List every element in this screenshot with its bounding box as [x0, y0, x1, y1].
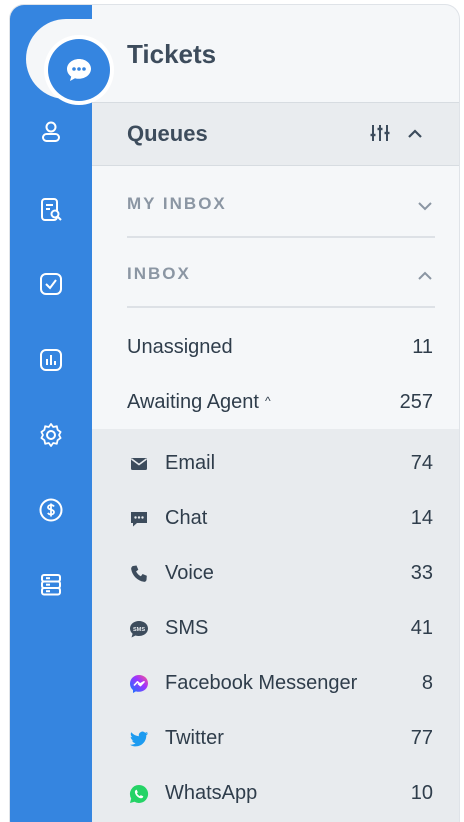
- sidebar-item-settings[interactable]: [35, 419, 67, 451]
- whatsapp-icon: [127, 782, 151, 806]
- channel-count: 14: [410, 507, 433, 529]
- chat-icon: [127, 507, 151, 531]
- channel-label: Facebook Messenger: [165, 672, 358, 694]
- channel-count: 33: [410, 562, 433, 584]
- sidebar-item-reports[interactable]: [35, 344, 67, 376]
- phone-icon: [127, 562, 151, 586]
- twitter-icon: [127, 727, 151, 751]
- channel-count: 8: [421, 672, 433, 694]
- channel-label: Email: [165, 452, 216, 474]
- sidebar-item-tasks[interactable]: [35, 268, 67, 300]
- channel-count: 77: [410, 727, 433, 749]
- svg-text:SMS: SMS: [133, 627, 145, 633]
- queue-row-awaiting-agent[interactable]: Awaiting Agent ^ 257: [127, 383, 433, 423]
- database-icon: [41, 574, 61, 596]
- caret-up-icon: ^: [264, 394, 271, 408]
- sidebar-item-billing[interactable]: [35, 494, 67, 526]
- queue-row-label: Unassigned: [127, 336, 233, 358]
- section-label: MY INBOX: [127, 194, 227, 213]
- channel-label: SMS: [165, 617, 209, 639]
- queues-label: Queues: [127, 121, 208, 146]
- app-frame: Tickets Queues MY INBOX INBOX Unassigned…: [10, 5, 459, 822]
- queue-row-label: Awaiting Agent ^: [127, 391, 271, 414]
- sidebar-item-contacts[interactable]: [35, 116, 67, 148]
- queue-row-count: 11: [412, 336, 433, 358]
- sidebar-item-knowledge[interactable]: [35, 194, 67, 226]
- queue-row-label-text: Awaiting Agent: [127, 391, 259, 413]
- section-label: INBOX: [127, 264, 191, 283]
- messenger-icon: [127, 672, 151, 696]
- billing-dollar-icon: [39, 498, 63, 522]
- page-title: Tickets: [127, 39, 217, 69]
- channel-count: 10: [410, 782, 433, 804]
- queue-row-unassigned[interactable]: Unassigned 11: [127, 328, 433, 368]
- channel-row-whatsapp[interactable]: WhatsApp 10: [127, 774, 433, 814]
- channel-label: Chat: [165, 507, 208, 529]
- queues-header[interactable]: Queues: [92, 102, 459, 166]
- chat-bubble-icon: [67, 59, 91, 81]
- knowledge-search-icon: [41, 198, 62, 221]
- chevron-down-icon: [418, 202, 432, 211]
- channel-row-voice[interactable]: Voice 33: [127, 554, 433, 594]
- channel-row-sms[interactable]: SMS SMS 41: [127, 609, 433, 649]
- channel-row-twitter[interactable]: Twitter 77: [127, 719, 433, 759]
- channel-label: Twitter: [165, 727, 224, 749]
- reports-bar-chart-icon: [40, 349, 62, 371]
- chevron-up-icon: [418, 271, 432, 280]
- settings-gear-icon: [40, 423, 62, 447]
- section-my-inbox[interactable]: MY INBOX: [127, 168, 435, 238]
- contacts-icon: [42, 121, 60, 142]
- queue-row-count: 257: [399, 391, 433, 413]
- filter-sliders-icon[interactable]: [368, 121, 392, 145]
- tasks-check-icon: [40, 273, 62, 295]
- email-icon: [127, 452, 151, 476]
- chevron-up-icon[interactable]: [404, 123, 426, 145]
- channel-row-chat[interactable]: Chat 14: [127, 499, 433, 539]
- section-inbox[interactable]: INBOX: [127, 238, 435, 308]
- channel-row-email[interactable]: Email 74: [127, 444, 433, 484]
- sidebar-item-database[interactable]: [35, 569, 67, 601]
- channel-row-facebook-messenger[interactable]: Facebook Messenger 8: [127, 664, 433, 704]
- channel-count: 41: [410, 617, 433, 639]
- tickets-panel: Tickets Queues MY INBOX INBOX Unassigned…: [92, 5, 459, 822]
- channel-count: 74: [410, 452, 433, 474]
- channel-list: Email 74 Chat 14 Voice 33 SMS SMS 41 Fac…: [92, 429, 459, 822]
- sms-icon: SMS: [127, 617, 151, 641]
- channel-label: Voice: [165, 562, 214, 584]
- channel-label: WhatsApp: [165, 782, 258, 804]
